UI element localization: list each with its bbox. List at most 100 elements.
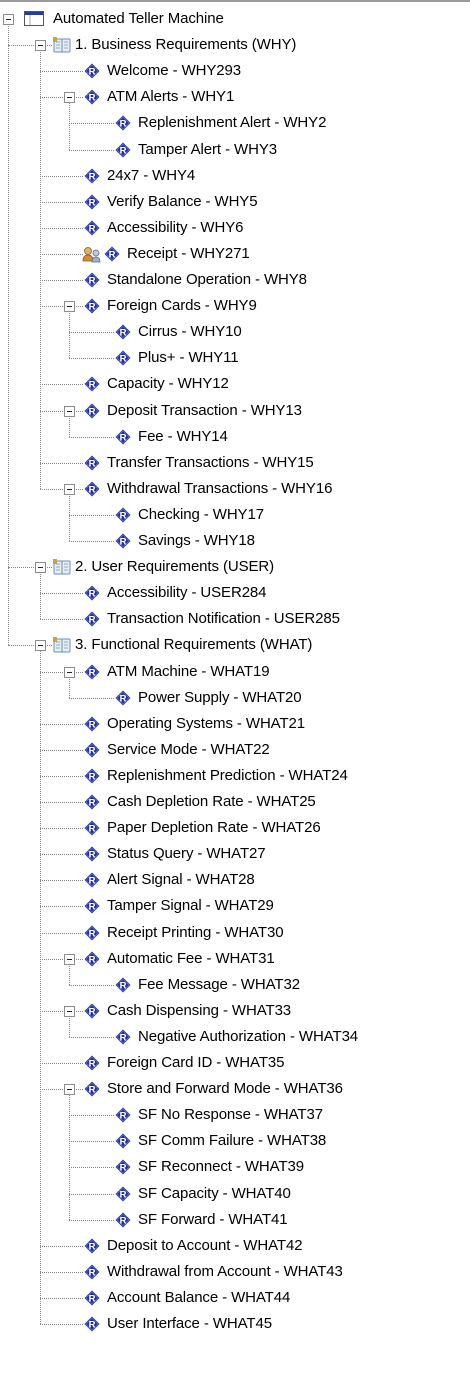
tree-connector-horizontal bbox=[40, 202, 83, 203]
svg-text:R: R bbox=[89, 850, 96, 861]
requirement-icon: R bbox=[84, 194, 100, 214]
requirement-icon: R bbox=[84, 925, 100, 945]
tree-item-label: SF Forward - WHAT41 bbox=[138, 1211, 288, 1228]
svg-text:R: R bbox=[120, 694, 127, 705]
requirement-icon: R bbox=[84, 664, 100, 684]
tree-item-label: Account Balance - WHAT44 bbox=[107, 1289, 291, 1306]
svg-text:R: R bbox=[89, 380, 96, 391]
svg-text:R: R bbox=[89, 668, 96, 679]
collapse-toggle-icon[interactable] bbox=[64, 1084, 75, 1095]
requirement-icon: R bbox=[84, 1264, 100, 1284]
svg-text:R: R bbox=[89, 198, 96, 209]
tree-connector-vertical bbox=[69, 964, 70, 985]
tree-item-label: Negative Authorization - WHAT34 bbox=[138, 1028, 359, 1045]
tree-item-label: Deposit Transaction - WHY13 bbox=[107, 402, 302, 419]
collapse-toggle-icon[interactable] bbox=[64, 406, 75, 417]
tree-item-label: Withdrawal Transactions - WHY16 bbox=[107, 480, 333, 497]
requirement-icon: R bbox=[84, 272, 100, 292]
tree-connector-vertical bbox=[40, 50, 41, 489]
svg-text:R: R bbox=[89, 93, 96, 104]
tree-item-label: Verify Balance - WHY5 bbox=[107, 193, 258, 210]
tree-connector-horizontal bbox=[69, 437, 114, 438]
collapse-toggle-icon[interactable] bbox=[64, 667, 75, 678]
tree-item-label: Cash Depletion Rate - WHAT25 bbox=[107, 793, 316, 810]
tree-connector-vertical bbox=[69, 494, 70, 541]
tree-item-label: ATM Machine - WHAT19 bbox=[107, 663, 270, 680]
collapse-toggle-icon[interactable] bbox=[64, 92, 75, 103]
requirement-icon: R bbox=[84, 481, 100, 501]
tree-item-label: Cash Dispensing - WHAT33 bbox=[107, 1002, 292, 1019]
requirements-tree[interactable]: Automated Teller Machine 1. Business Req… bbox=[0, 0, 470, 1398]
requirement-icon: R bbox=[115, 1212, 131, 1232]
tree-item-label: 3. Functional Requirements (WHAT) bbox=[75, 636, 313, 653]
tree-item-label: Service Mode - WHAT22 bbox=[107, 741, 270, 758]
tree-connector-horizontal bbox=[40, 906, 83, 907]
tree-connector-horizontal bbox=[40, 880, 83, 881]
collapse-toggle-icon[interactable] bbox=[64, 301, 75, 312]
svg-text:R: R bbox=[89, 589, 96, 600]
svg-text:R: R bbox=[89, 824, 96, 835]
svg-text:R: R bbox=[89, 459, 96, 470]
tree-connector-vertical bbox=[69, 1094, 70, 1220]
tree-connector-horizontal bbox=[69, 123, 114, 124]
tree-root-item[interactable]: Automated Teller Machine bbox=[0, 6, 470, 32]
collapse-toggle-icon[interactable] bbox=[35, 40, 46, 51]
requirement-icon: R bbox=[84, 846, 100, 866]
svg-text:R: R bbox=[89, 615, 96, 626]
tree-connector-horizontal bbox=[69, 698, 114, 699]
collapse-toggle-icon[interactable] bbox=[64, 484, 75, 495]
requirement-icon: R bbox=[84, 455, 100, 475]
tree-connector-horizontal bbox=[40, 593, 83, 594]
collapse-toggle-icon[interactable] bbox=[3, 14, 14, 25]
tree-item-label: Fee - WHY14 bbox=[138, 428, 228, 445]
collapse-toggle-icon[interactable] bbox=[64, 1006, 75, 1017]
tree-item-label: Accessibility - WHY6 bbox=[107, 219, 244, 236]
requirement-icon: R bbox=[115, 350, 131, 370]
collapse-toggle-icon[interactable] bbox=[64, 954, 75, 965]
tree-item-label: Replenishment Prediction - WHAT24 bbox=[107, 767, 348, 784]
svg-text:R: R bbox=[120, 1137, 127, 1148]
collapse-toggle-icon[interactable] bbox=[35, 562, 46, 573]
svg-text:R: R bbox=[89, 929, 96, 940]
tree-connector-horizontal bbox=[69, 1194, 114, 1195]
requirement-icon: R bbox=[84, 220, 100, 240]
tree-connector-horizontal bbox=[40, 959, 83, 960]
tree-item-label: Paper Depletion Rate - WHAT26 bbox=[107, 819, 321, 836]
tree-item-label: Transfer Transactions - WHY15 bbox=[107, 454, 314, 471]
svg-text:R: R bbox=[120, 328, 127, 339]
tree-connector-vertical bbox=[40, 572, 41, 619]
tree-connector-horizontal bbox=[40, 750, 83, 751]
tree-connector-horizontal bbox=[40, 176, 83, 177]
svg-text:R: R bbox=[120, 1163, 127, 1174]
tree-item-label: Alert Signal - WHAT28 bbox=[107, 871, 255, 888]
tree-connector-horizontal bbox=[69, 150, 114, 151]
tree-connector-horizontal bbox=[40, 1272, 83, 1273]
requirement-icon: R bbox=[115, 115, 131, 135]
requirement-icon: R bbox=[104, 246, 120, 266]
tree-item-label: Tamper Signal - WHAT29 bbox=[107, 897, 274, 914]
tree-item-label: Accessibility - USER284 bbox=[107, 584, 267, 601]
tree-connector-horizontal bbox=[40, 724, 83, 725]
tree-item-label: Power Supply - WHAT20 bbox=[138, 689, 302, 706]
tree-connector-horizontal bbox=[69, 515, 114, 516]
tree-item-label: Cirrus - WHY10 bbox=[138, 323, 242, 340]
tree-connector-horizontal bbox=[69, 358, 114, 359]
svg-text:R: R bbox=[89, 407, 96, 418]
tree-item-label: Fee Message - WHAT32 bbox=[138, 976, 300, 993]
tree-connector-horizontal bbox=[40, 254, 83, 255]
requirement-icon: R bbox=[84, 1055, 100, 1075]
collapse-toggle-icon[interactable] bbox=[35, 640, 46, 651]
svg-text:R: R bbox=[89, 172, 96, 183]
requirement-icon: R bbox=[84, 1081, 100, 1101]
tree-item-label: Foreign Cards - WHY9 bbox=[107, 297, 257, 314]
tree-connector-vertical bbox=[69, 1016, 70, 1037]
tree-connector-horizontal bbox=[69, 541, 114, 542]
requirement-icon: R bbox=[84, 611, 100, 631]
tree-connector-horizontal bbox=[69, 1141, 114, 1142]
tree-connector-horizontal bbox=[40, 1298, 83, 1299]
tree-item-label: Store and Forward Mode - WHAT36 bbox=[107, 1080, 343, 1097]
requirement-icon: R bbox=[84, 951, 100, 971]
tree-item-label: User Interface - WHAT45 bbox=[107, 1315, 272, 1332]
svg-text:R: R bbox=[89, 746, 96, 757]
tree-connector-horizontal bbox=[40, 854, 83, 855]
